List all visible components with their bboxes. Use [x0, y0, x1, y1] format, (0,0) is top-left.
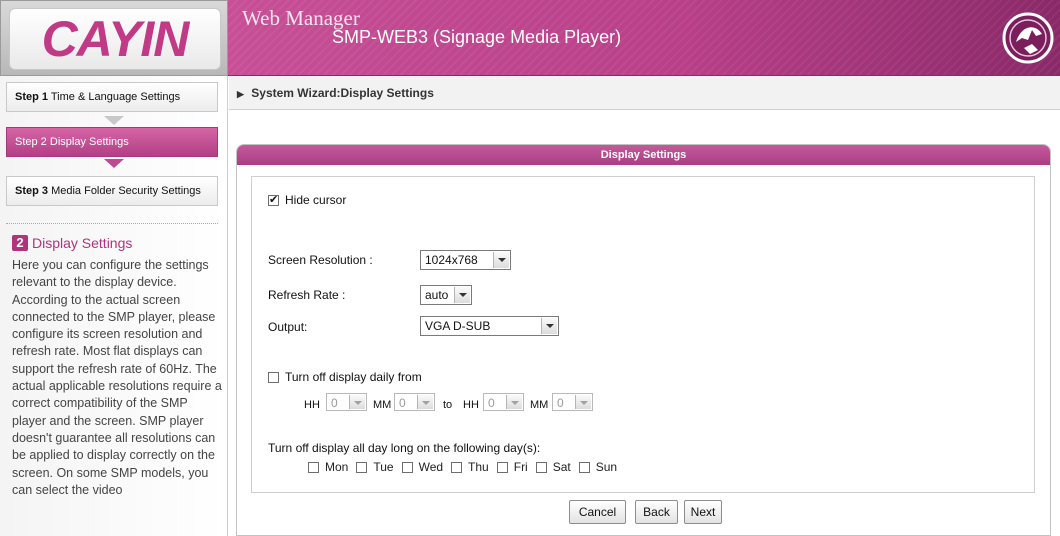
day-checkbox[interactable]: [535, 461, 547, 473]
turn-off-daily-row: Turn off display daily from: [268, 370, 422, 384]
help-text: Here you can configure the settings rele…: [12, 258, 222, 497]
from-hh-label: HH: [304, 399, 320, 411]
day-wed[interactable]: Wed: [401, 460, 444, 474]
day-label: Sat: [552, 460, 571, 474]
day-label: Thu: [468, 460, 489, 474]
day-checkbox[interactable]: [578, 461, 590, 473]
to-minute-value: 0: [557, 396, 564, 410]
panel-title: Display Settings: [237, 145, 1050, 165]
turn-off-days-label: Turn off display all day long on the fol…: [268, 441, 541, 455]
to-mm-label: MM: [530, 399, 549, 411]
from-mm-label: MM: [373, 399, 392, 411]
step-arrow-icon: [104, 159, 124, 168]
day-fri[interactable]: Fri: [496, 460, 528, 474]
next-button[interactable]: Next: [684, 500, 722, 524]
day-checkbox-group: Mon Tue Wed Thu Fri Sat Sun: [308, 460, 625, 474]
day-label: Sun: [595, 460, 618, 474]
app-subtitle: SMP-WEB3 (Signage Media Player): [332, 27, 622, 47]
back-button[interactable]: Back: [635, 500, 678, 524]
hide-cursor-checkbox[interactable]: [268, 193, 279, 206]
dropdown-arrow-icon: [506, 395, 522, 409]
refresh-rate-value: auto: [425, 288, 449, 302]
step-label: Display Settings: [49, 136, 129, 148]
refresh-rate-label: Refresh Rate :: [268, 288, 346, 302]
day-thu[interactable]: Thu: [451, 460, 489, 474]
cancel-button[interactable]: Cancel: [569, 500, 626, 524]
from-minute-select[interactable]: 0: [394, 393, 435, 411]
wizard-sidebar: Step 1 Time & Language Settings Step 2 D…: [0, 76, 228, 536]
from-hour-select[interactable]: 0: [326, 393, 367, 411]
step-time-language[interactable]: Step 1 Time & Language Settings: [6, 82, 218, 112]
step-label: Media Folder Security Settings: [51, 185, 201, 197]
to-hh-label: HH: [463, 399, 479, 411]
day-label: Tue: [373, 460, 394, 474]
day-label: Fri: [513, 460, 528, 474]
step-arrow-icon: [104, 116, 124, 125]
turn-off-daily-checkbox[interactable]: [268, 371, 279, 383]
globe-logo-icon: [1002, 12, 1054, 64]
breadcrumb-arrow-icon: ▶: [237, 89, 244, 99]
screen-resolution-label: Screen Resolution :: [268, 253, 373, 267]
day-checkbox[interactable]: [401, 461, 413, 473]
dropdown-arrow-icon: [454, 287, 470, 303]
output-select[interactable]: VGA D-SUB: [420, 316, 559, 336]
day-label: Wed: [418, 460, 444, 474]
day-sat[interactable]: Sat: [535, 460, 571, 474]
step-label: Time & Language Settings: [50, 91, 181, 103]
display-settings-panel: Display Settings: [236, 144, 1051, 536]
step-number: Step 3: [15, 185, 49, 197]
step-number-badge: 2: [12, 235, 28, 251]
to-hour-value: 0: [488, 396, 495, 410]
help-title: 2 Display Settings: [12, 235, 132, 251]
refresh-rate-select[interactable]: auto: [420, 285, 472, 305]
day-checkbox[interactable]: [308, 461, 319, 473]
from-minute-value: 0: [399, 396, 406, 410]
dropdown-arrow-icon: [541, 318, 557, 334]
turn-off-daily-label: Turn off display daily from: [285, 370, 422, 384]
logo-area: CAYIN: [0, 0, 228, 76]
header-bar: Web Manager SMP-WEB3 (Signage Media Play…: [228, 0, 1060, 76]
dropdown-arrow-icon: [575, 395, 591, 409]
dropdown-arrow-icon: [417, 395, 433, 409]
hide-cursor-label: Hide cursor: [285, 193, 347, 207]
dropdown-arrow-icon: [493, 252, 509, 268]
day-checkbox[interactable]: [451, 461, 463, 473]
day-label: Mon: [325, 460, 349, 474]
dropdown-arrow-icon: [349, 395, 365, 409]
step-media-folder-security[interactable]: Step 3 Media Folder Security Settings: [6, 176, 218, 206]
day-sun[interactable]: Sun: [578, 460, 618, 474]
output-label: Output:: [268, 320, 308, 334]
to-hour-select[interactable]: 0: [483, 393, 524, 411]
step-number: Step 2: [15, 136, 47, 148]
step-display-settings[interactable]: Step 2 Display Settings: [6, 127, 218, 157]
screen-resolution-select[interactable]: 1024x768: [420, 250, 511, 270]
logo: CAYIN: [9, 8, 221, 70]
output-value: VGA D-SUB: [425, 319, 491, 333]
to-label: to: [443, 399, 453, 411]
breadcrumb-text: System Wizard:Display Settings: [251, 86, 434, 100]
day-mon[interactable]: Mon: [308, 460, 348, 474]
day-checkbox[interactable]: [356, 461, 368, 473]
from-hour-value: 0: [331, 396, 338, 410]
to-minute-select[interactable]: 0: [552, 393, 593, 411]
day-checkbox[interactable]: [496, 461, 508, 473]
logo-text: CAYIN: [41, 11, 190, 67]
breadcrumb: ▶ System Wizard:Display Settings: [229, 76, 1060, 110]
divider: [6, 223, 218, 224]
help-title-text: Display Settings: [32, 235, 133, 251]
screen-resolution-value: 1024x768: [425, 253, 478, 267]
hide-cursor-row: Hide cursor: [268, 193, 346, 207]
step-number: Step 1: [15, 91, 49, 103]
day-tue[interactable]: Tue: [356, 460, 394, 474]
